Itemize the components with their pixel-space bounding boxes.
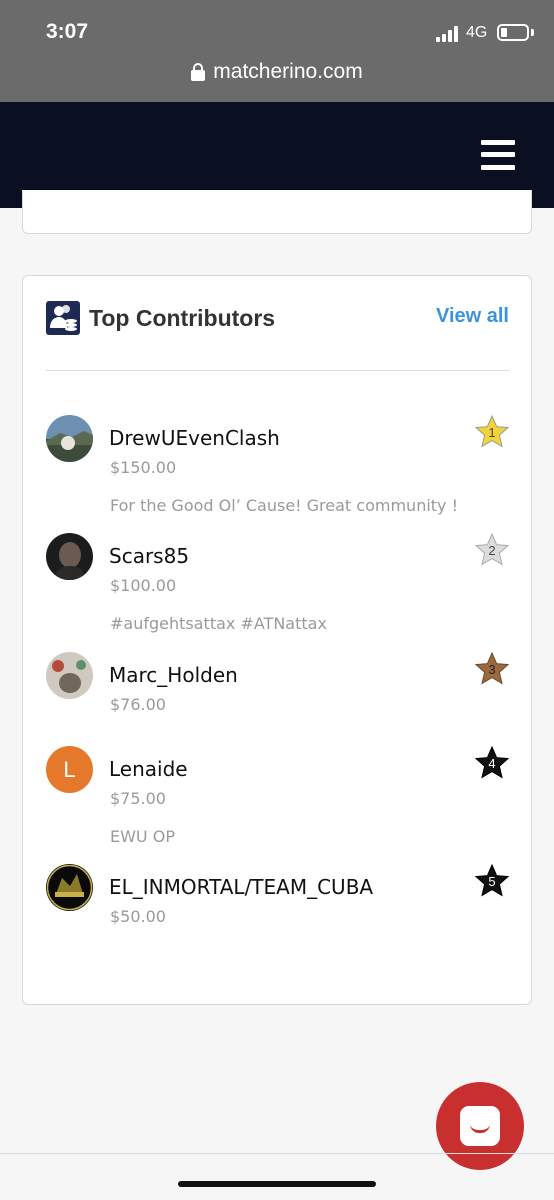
contributors-icon (46, 301, 80, 335)
contributor-amount: $50.00 (110, 907, 166, 926)
contributor-name[interactable]: Scars85 (109, 544, 189, 568)
avatar (46, 533, 93, 580)
contributor-amount: $150.00 (110, 458, 177, 477)
contributor-amount: $76.00 (110, 695, 166, 714)
section-title: Top Contributors (89, 305, 276, 331)
contributor-name[interactable]: DrewUEvenClash (109, 426, 280, 450)
network-type: 4G (466, 24, 488, 41)
contributor-name[interactable]: Lenaide (109, 757, 188, 781)
previous-card (22, 190, 532, 234)
rank-number: 5 (488, 874, 496, 889)
chat-icon (460, 1106, 500, 1146)
avatar (46, 652, 93, 699)
contributor-message: #aufgehtsattax #ATNattax (110, 614, 327, 633)
contributor-name[interactable]: EL_INMORTAL/TEAM_CUBA (109, 875, 373, 899)
contributor-name[interactable]: Marc_Holden (109, 663, 238, 687)
avatar-letter: L (63, 756, 76, 782)
rank-star-icon: 4 (475, 746, 509, 780)
rank-star-icon: 5 (475, 864, 509, 898)
chat-button[interactable] (436, 1082, 524, 1170)
home-indicator[interactable] (178, 1181, 376, 1187)
url-text: matcherino.com (213, 60, 363, 83)
avatar: L (46, 746, 93, 793)
rank-star-icon: 3 (475, 652, 509, 686)
signal-icon (436, 26, 460, 42)
contributor-message: For the Good Ol’ Cause! Great community … (110, 496, 459, 515)
avatar (46, 415, 93, 462)
lock-icon (191, 63, 206, 81)
divider (46, 370, 509, 371)
top-contributors-card: Top Contributors View all DrewUEvenClash… (22, 275, 532, 1005)
contributor-amount: $75.00 (110, 789, 166, 808)
battery-icon (497, 24, 529, 41)
rank-number: 1 (488, 425, 496, 440)
contributor-message: EWU OP (110, 827, 175, 846)
address-bar[interactable]: matcherino.com (0, 58, 554, 86)
bottom-divider (0, 1153, 554, 1154)
hamburger-menu-icon[interactable] (481, 138, 515, 172)
rank-number: 3 (488, 662, 496, 677)
status-time: 3:07 (46, 20, 89, 43)
rank-number: 4 (488, 756, 496, 771)
rank-star-icon: 1 (475, 415, 509, 449)
view-all-link[interactable]: View all (436, 305, 509, 328)
status-bar: 3:07 4G matcherino.com (0, 0, 554, 102)
battery-cap (531, 29, 534, 36)
avatar (46, 864, 93, 911)
rank-star-icon: 2 (475, 533, 509, 567)
rank-number: 2 (488, 543, 496, 558)
contributor-amount: $100.00 (110, 576, 177, 595)
